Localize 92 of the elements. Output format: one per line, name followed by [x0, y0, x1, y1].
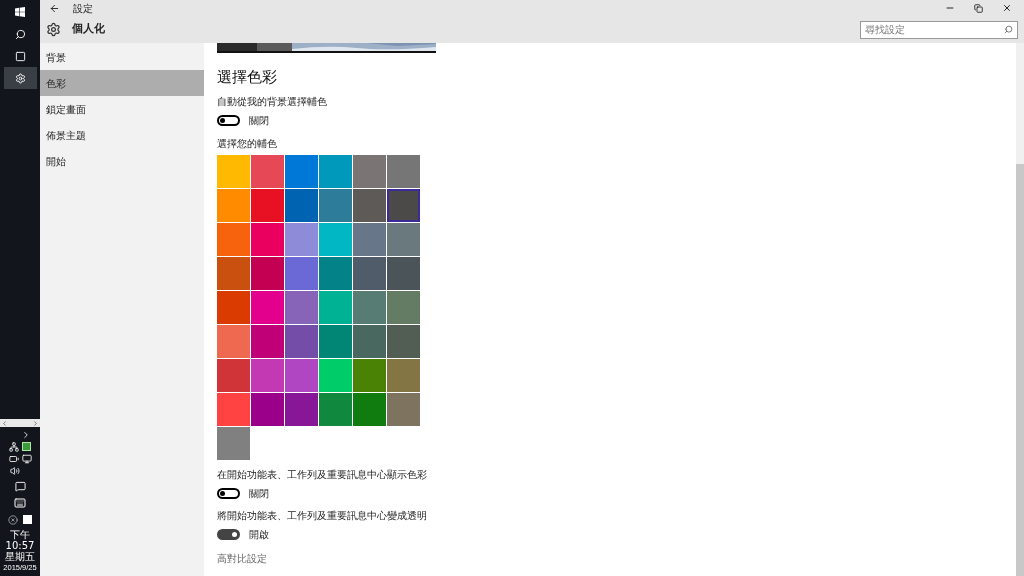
color-swatch[interactable] — [353, 222, 386, 256]
color-swatch[interactable] — [285, 392, 318, 426]
color-swatch[interactable] — [251, 256, 284, 290]
color-swatch[interactable] — [285, 154, 318, 188]
message-icon[interactable] — [14, 481, 26, 492]
color-swatch[interactable] — [387, 358, 420, 392]
search-field[interactable]: 尋找設定 — [860, 20, 1018, 39]
color-swatch[interactable] — [217, 392, 250, 426]
color-swatch[interactable] — [353, 290, 386, 324]
color-swatch[interactable] — [387, 222, 420, 256]
toggle-state: 關閉 — [249, 486, 269, 501]
color-swatch[interactable] — [319, 154, 352, 188]
close-icon[interactable] — [1002, 3, 1012, 13]
color-swatch[interactable] — [353, 256, 386, 290]
network-icon[interactable] — [9, 442, 19, 452]
battery-icon[interactable] — [8, 454, 19, 464]
color-swatch[interactable] — [353, 358, 386, 392]
color-swatch[interactable] — [251, 324, 284, 358]
color-swatch[interactable] — [217, 256, 250, 290]
settings-icon — [14, 72, 26, 84]
color-swatch[interactable] — [319, 324, 352, 358]
close-circle-icon[interactable] — [8, 515, 18, 525]
sidebar-item[interactable]: 色彩 — [40, 70, 204, 96]
color-swatch[interactable] — [353, 154, 386, 188]
color-swatch[interactable] — [319, 392, 352, 426]
color-swatch[interactable] — [319, 290, 352, 324]
page-title: 個人化 — [72, 21, 105, 38]
window-title: 設定 — [73, 1, 93, 16]
color-swatch[interactable] — [251, 358, 284, 392]
taskbar-button[interactable] — [3, 67, 37, 89]
color-swatch[interactable] — [285, 222, 318, 256]
restore-icon[interactable] — [974, 3, 983, 13]
color-swatch[interactable] — [319, 188, 352, 222]
color-swatch[interactable] — [217, 154, 250, 188]
volume-icon[interactable] — [10, 466, 20, 476]
color-swatch[interactable] — [285, 188, 318, 222]
color-swatch[interactable] — [217, 324, 250, 358]
search-icon — [1004, 25, 1013, 34]
toggle-switch[interactable] — [217, 114, 240, 126]
setting-label: 自動從我的背景選擇輔色 — [217, 94, 327, 109]
color-swatch[interactable] — [353, 188, 386, 222]
setting-label: 選擇您的輔色 — [217, 136, 277, 151]
color-swatch[interactable] — [387, 290, 420, 324]
setting-label: 將開始功能表、工作列及重要訊息中心變成透明 — [217, 508, 427, 523]
color-swatch[interactable] — [387, 392, 420, 426]
color-swatch[interactable] — [217, 290, 250, 324]
sidebar-item[interactable]: 背景 — [40, 44, 204, 70]
app-tray-icon[interactable] — [22, 442, 31, 451]
back-arrow-icon[interactable] — [49, 2, 60, 14]
color-swatch[interactable] — [251, 154, 284, 188]
toggle-state: 關閉 — [249, 113, 269, 128]
color-swatch[interactable] — [353, 392, 386, 426]
color-swatch[interactable] — [217, 426, 250, 460]
keyboard-icon[interactable] — [14, 497, 26, 509]
toggle-state: 開啟 — [249, 527, 269, 542]
sidebar-item[interactable]: 佈景主題 — [40, 122, 204, 148]
color-swatch[interactable] — [217, 222, 250, 256]
color-swatch[interactable] — [387, 154, 420, 188]
toggle-switch[interactable] — [217, 487, 240, 499]
color-swatch[interactable] — [251, 222, 284, 256]
task-view-icon — [14, 50, 26, 62]
clock-time[interactable]: 下午 10:57 — [2, 529, 38, 551]
color-swatch[interactable] — [251, 392, 284, 426]
toggle-switch[interactable] — [217, 528, 240, 540]
windows-icon — [15, 7, 25, 17]
section-heading: 選擇色彩 — [217, 67, 277, 88]
search-icon — [14, 28, 26, 40]
color-swatch[interactable] — [251, 188, 284, 222]
color-swatch[interactable] — [285, 324, 318, 358]
monitor-icon[interactable] — [21, 454, 32, 464]
color-swatch[interactable] — [217, 188, 250, 222]
color-swatch[interactable] — [319, 358, 352, 392]
search-input[interactable]: 尋找設定 — [865, 22, 1004, 37]
sidebar-item[interactable]: 鎖定畫面 — [40, 96, 204, 122]
color-swatch[interactable] — [353, 324, 386, 358]
clock-day[interactable]: 星期五 — [5, 551, 35, 562]
gear-icon — [46, 22, 61, 37]
color-swatch[interactable] — [285, 290, 318, 324]
chevron-icon[interactable] — [21, 430, 31, 440]
color-swatch[interactable] — [387, 188, 420, 222]
high-contrast-link[interactable]: 高對比設定 — [217, 550, 267, 566]
sidebar-item[interactable]: 開始 — [40, 148, 204, 174]
color-swatch[interactable] — [217, 358, 250, 392]
color-swatch[interactable] — [319, 256, 352, 290]
scrollbar-thumb[interactable] — [1016, 164, 1024, 576]
setting-label: 在開始功能表、工作列及重要訊息中心顯示色彩 — [217, 467, 427, 482]
color-swatch[interactable] — [285, 256, 318, 290]
color-swatch[interactable] — [387, 324, 420, 358]
color-swatch[interactable] — [387, 256, 420, 290]
color-swatch[interactable] — [251, 290, 284, 324]
color-swatch[interactable] — [285, 358, 318, 392]
color-swatch[interactable] — [319, 222, 352, 256]
